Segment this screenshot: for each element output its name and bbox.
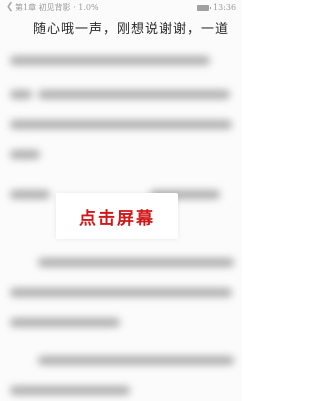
reader-screen[interactable]: ❮ 第1章 初见背影 · 1.0% 13:36 随心哦一声，刚想说谢谢，一道 点… bbox=[0, 0, 242, 401]
first-text-line: 随心哦一声，刚想说谢谢，一道 bbox=[33, 22, 230, 37]
status-bar: ❮ 第1章 初见背影 · 1.0% 13:36 bbox=[0, 0, 242, 16]
tap-screen-label: 点击屏幕 bbox=[79, 208, 155, 229]
back-chevron-icon[interactable]: ❮ bbox=[6, 3, 14, 12]
clock: 13:36 bbox=[213, 3, 237, 12]
tap-screen-button[interactable]: 点击屏幕 bbox=[56, 193, 178, 239]
battery-icon bbox=[197, 5, 211, 11]
chapter-progress: 第1章 初见背影 · 1.0% bbox=[15, 3, 99, 12]
